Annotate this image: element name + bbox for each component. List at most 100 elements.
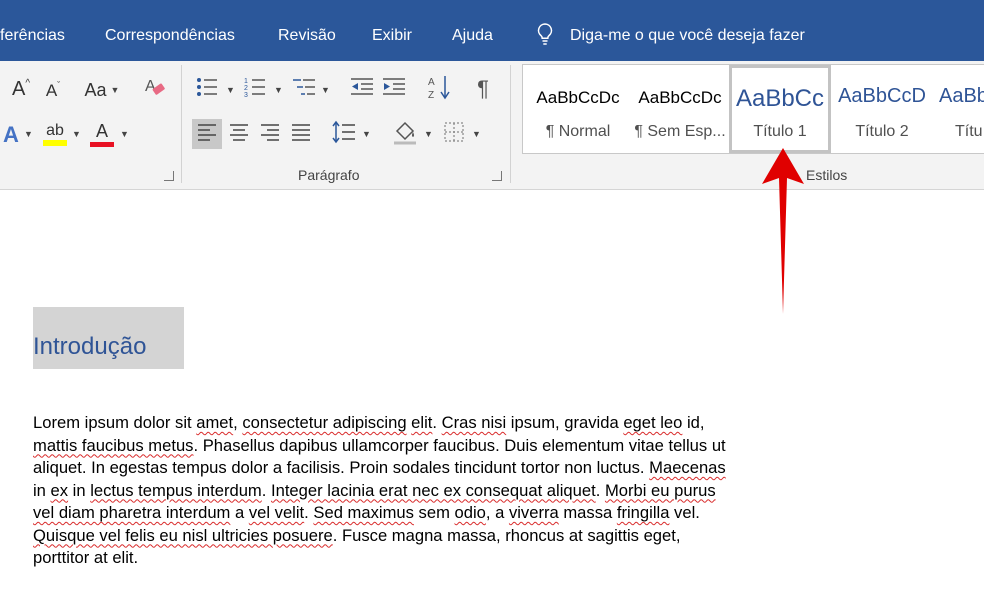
- sort-az-icon: AZ: [428, 74, 452, 105]
- grow-font-button[interactable]: A ^: [8, 76, 34, 102]
- misspelled-word: amet: [196, 413, 234, 432]
- style-preview: AaBbCcDc: [638, 88, 722, 107]
- annotation-arrow: [762, 148, 804, 314]
- text-run: .: [432, 413, 442, 432]
- misspelled-word: eget leo: [623, 413, 683, 432]
- text-run: , a: [485, 503, 509, 522]
- group-separator: [181, 65, 182, 183]
- paragraph-line: Quisque vel felis eu nisl ultricies posu…: [33, 525, 853, 548]
- style-name: Título 1: [753, 123, 807, 140]
- tell-me-box[interactable]: Diga-me o que você deseja fazer: [536, 22, 805, 51]
- tab-correspondencias[interactable]: Correspondências: [105, 26, 235, 46]
- justify-button[interactable]: [288, 121, 314, 147]
- align-right-icon: [260, 123, 280, 146]
- show-formatting-button[interactable]: ¶: [472, 76, 494, 102]
- numbering-button[interactable]: 123: [244, 76, 266, 102]
- line-spacing-icon: [332, 120, 356, 149]
- text-run: in: [33, 480, 51, 500]
- sort-button[interactable]: AZ: [428, 74, 452, 105]
- text-run: ipsum, gravida: [506, 413, 624, 432]
- body-paragraph[interactable]: Lorem ipsum dolor sit amet, consectetur …: [33, 412, 853, 570]
- text-run: . Phasellus dapibus ullamcorper faucibus…: [193, 435, 726, 455]
- misspelled-word: vel velit: [248, 503, 305, 522]
- increase-indent-button[interactable]: [382, 76, 406, 102]
- svg-text:1: 1: [244, 78, 248, 85]
- borders-button[interactable]: [442, 121, 466, 147]
- misspelled-word: Integer lacinia erat nec ex consequat al…: [270, 480, 596, 500]
- justify-icon: [291, 123, 311, 146]
- align-left-button[interactable]: [192, 119, 222, 149]
- tab-exibir[interactable]: Exibir: [372, 26, 412, 46]
- text-run: .: [261, 480, 271, 500]
- text-run: a: [230, 503, 249, 522]
- text-run: .: [595, 480, 605, 500]
- text-run: in: [68, 480, 91, 500]
- increase-indent-icon: [382, 76, 406, 103]
- borders-icon: [443, 121, 465, 148]
- selected-heading[interactable]: Introdução: [33, 307, 184, 369]
- align-center-icon: [229, 123, 249, 146]
- paint-bucket-icon: [392, 119, 418, 150]
- tab-ajuda[interactable]: Ajuda: [452, 26, 493, 46]
- eraser-icon: A: [142, 75, 166, 104]
- change-case-button[interactable]: Aa ▼: [80, 77, 124, 103]
- style-normal[interactable]: AaBbCcDc ¶ Normal: [527, 65, 629, 153]
- misspelled-word: ex: [50, 480, 69, 500]
- style-name: ¶ Normal: [545, 123, 611, 140]
- tab-revisao[interactable]: Revisão: [278, 26, 336, 46]
- styles-gallery: AaBbCcDc ¶ Normal AaBbCcDc ¶ Sem Esp... …: [522, 64, 984, 154]
- misspelled-word: odio: [454, 503, 486, 522]
- font-color-button[interactable]: A: [90, 119, 114, 149]
- line-spacing-button[interactable]: [332, 119, 356, 149]
- tab-referencias[interactable]: ferências: [0, 26, 65, 46]
- chevron-down-icon: ▼: [321, 85, 330, 95]
- paragraph-dialog-launcher[interactable]: [492, 171, 502, 181]
- align-left-icon: [197, 123, 217, 146]
- lightbulb-icon: [536, 22, 554, 51]
- paragraph-group-label: Parágrafo: [298, 167, 360, 183]
- style-titulo[interactable]: AaBb Títu: [933, 65, 984, 153]
- style-name: Títu: [955, 123, 983, 140]
- style-sem-espacamento[interactable]: AaBbCcDc ¶ Sem Esp...: [629, 65, 731, 153]
- style-titulo-1[interactable]: AaBbCc Título 1: [729, 65, 831, 153]
- grow-font-label: A: [11, 77, 26, 100]
- misspelled-word: viverra: [508, 503, 559, 522]
- misspelled-word: fringilla: [616, 503, 670, 522]
- highlight-color-bar: [43, 140, 67, 146]
- paragraph-line: vel diam pharetra interdum a vel velit. …: [33, 502, 853, 525]
- shrink-font-button[interactable]: Aˇ: [40, 79, 66, 103]
- style-preview: AaBbCcDc: [536, 88, 620, 107]
- paragraph-line: in ex in lectus tempus interdum. Integer…: [33, 480, 853, 503]
- text-run: massa: [558, 503, 617, 522]
- align-right-button[interactable]: [257, 121, 283, 147]
- bullets-button[interactable]: [196, 76, 218, 102]
- misspelled-word: vel diam pharetra interdum: [33, 503, 231, 522]
- svg-text:A: A: [428, 77, 435, 88]
- decrease-indent-button[interactable]: [350, 76, 374, 102]
- multilevel-list-icon: [292, 76, 316, 103]
- text-effects-button[interactable]: A: [0, 121, 22, 149]
- highlight-button[interactable]: ab: [42, 119, 68, 149]
- svg-text:3: 3: [244, 92, 248, 98]
- misspelled-word: Sed maximus: [313, 503, 414, 522]
- text-run: aliquet. In egestas tempus dolor a facil…: [33, 458, 650, 477]
- multilevel-list-button[interactable]: [292, 76, 316, 102]
- font-color-bar: [90, 142, 114, 147]
- paragraph-line: Lorem ipsum dolor sit amet, consectetur …: [33, 412, 853, 435]
- highlight-label: ab: [46, 122, 64, 139]
- paragraph-line: porttitor at elit.: [33, 547, 853, 570]
- align-center-button[interactable]: [226, 121, 252, 147]
- shrink-font-label: A: [45, 81, 58, 100]
- decrease-indent-icon: [350, 76, 374, 103]
- font-color-label: A: [95, 121, 108, 141]
- style-titulo-2[interactable]: AaBbCcD Título 2: [831, 65, 933, 153]
- shading-button[interactable]: [392, 119, 418, 149]
- misspelled-word: Morbi eu purus: [604, 480, 716, 500]
- numbered-list-icon: 123: [244, 76, 266, 103]
- styles-group-label: Estilos: [806, 167, 848, 183]
- document-page[interactable]: Introdução Lorem ipsum dolor sit amet, c…: [0, 190, 984, 603]
- clear-formatting-button[interactable]: A: [141, 76, 167, 102]
- misspelled-word: elit: [411, 413, 433, 432]
- font-dialog-launcher[interactable]: [164, 171, 174, 181]
- text-run: ,: [233, 413, 243, 432]
